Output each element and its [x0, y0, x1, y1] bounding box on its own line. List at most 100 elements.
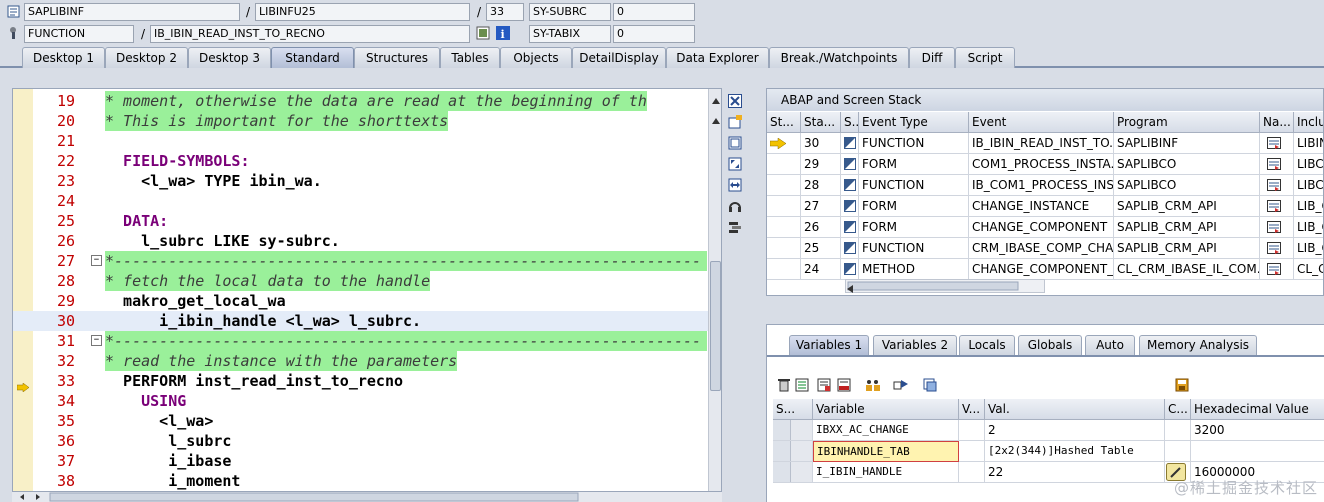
change-value-cell[interactable]: [1165, 420, 1191, 441]
stack-cell-program[interactable]: SAPLIBCO: [1114, 154, 1260, 175]
code-line[interactable]: 38 i_moment: [13, 471, 709, 491]
row-select-button[interactable]: [773, 441, 791, 461]
stack-column-header[interactable]: S...: [841, 112, 859, 133]
navigate-icon[interactable]: [1267, 137, 1281, 149]
navigate-icon[interactable]: [893, 378, 909, 394]
stack-type-icon[interactable]: [841, 217, 859, 238]
navigate-icon[interactable]: [1267, 221, 1281, 233]
code-line[interactable]: 34 USING: [13, 391, 709, 411]
save-icon[interactable]: [1175, 378, 1191, 394]
stack-cell-program[interactable]: SAPLIB_CRM_API: [1114, 238, 1260, 259]
tab-objects[interactable]: Objects: [500, 47, 572, 68]
code-line[interactable]: 23 <l_wa> TYPE ibin_wa.: [13, 171, 709, 191]
code-line[interactable]: 32 * read the instance with the parameter…: [13, 351, 709, 371]
tab-breakpoints[interactable]: Break./Watchpoints: [769, 47, 909, 68]
stack-row-marker[interactable]: [767, 238, 801, 259]
stack-cell-level[interactable]: 25: [801, 238, 841, 259]
stack-column-header[interactable]: Na...: [1260, 112, 1294, 133]
program-field[interactable]: SAPLIBINF: [24, 3, 240, 21]
navigate-icon[interactable]: [1267, 158, 1281, 170]
navigate-button[interactable]: [1260, 175, 1294, 196]
stack-row-marker[interactable]: [767, 217, 801, 238]
export-icon[interactable]: [837, 378, 853, 394]
editor-scroll-thumb[interactable]: [710, 261, 721, 391]
variables-column-header[interactable]: Variable: [813, 399, 959, 420]
stack-cell-type[interactable]: FORM: [859, 196, 969, 217]
code-line[interactable]: 36 l_subrc: [13, 431, 709, 451]
navigate-icon[interactable]: [1267, 263, 1281, 275]
source-code-editor[interactable]: 19 * moment, otherwise the data are read …: [12, 88, 722, 492]
stack-cell-type[interactable]: METHOD: [859, 259, 969, 280]
navigate-button[interactable]: [1260, 196, 1294, 217]
variable-cell-hex[interactable]: 3200: [1191, 420, 1324, 441]
fold-toggle-icon[interactable]: −: [91, 255, 102, 266]
variable-cell-value[interactable]: [2x2(344)]Hashed Table: [985, 441, 1165, 462]
stack-cell-type[interactable]: FORM: [859, 154, 969, 175]
stack-cell-type[interactable]: FUNCTION: [859, 133, 969, 154]
group-icon[interactable]: [865, 378, 881, 394]
stack-row-marker[interactable]: [767, 133, 801, 154]
stack-cell-include[interactable]: LIBCO: [1294, 154, 1323, 175]
stack-cell-program[interactable]: SAPLIB_CRM_API: [1114, 196, 1260, 217]
tab-variables-1[interactable]: Variables 1: [789, 335, 869, 355]
stack-type-icon[interactable]: [841, 238, 859, 259]
scroll-mid-up-icon[interactable]: [712, 113, 720, 127]
tab-variables-2[interactable]: Variables 2: [873, 335, 957, 355]
stack-cell-level[interactable]: 24: [801, 259, 841, 280]
stack-row-marker[interactable]: [767, 154, 801, 175]
code-line[interactable]: 30 i_ibin_handle <l_wa> l_subrc.: [13, 311, 709, 331]
tab-auto[interactable]: Auto: [1085, 335, 1135, 355]
maximize-icon[interactable]: [726, 134, 744, 152]
tab-desktop-2[interactable]: Desktop 2: [105, 47, 188, 68]
code-line[interactable]: 35 <l_wa>: [13, 411, 709, 431]
variables-column-header[interactable]: Val.: [985, 399, 1165, 420]
fullscreen-icon[interactable]: [726, 155, 744, 173]
variable-cell-name[interactable]: IBINHANDLE_TAB: [813, 441, 959, 462]
tab-data-explorer[interactable]: Data Explorer: [666, 47, 769, 68]
line-field[interactable]: 33: [486, 3, 524, 21]
navigate-icon[interactable]: [1267, 200, 1281, 212]
variable-cell-value[interactable]: 2: [985, 420, 1165, 441]
navigate-icon[interactable]: [1267, 179, 1281, 191]
navigate-button[interactable]: [1260, 259, 1294, 280]
stack-scroll-left-icon[interactable]: [847, 282, 853, 295]
tab-globals[interactable]: Globals: [1018, 335, 1082, 355]
code-line[interactable]: 20 * This is important for the shorttexts: [13, 111, 709, 131]
tab-memory-analysis[interactable]: Memory Analysis: [1139, 335, 1257, 355]
code-line[interactable]: 22 FIELD-SYMBOLS:: [13, 151, 709, 171]
variable-version-cell[interactable]: [959, 420, 985, 441]
code-line[interactable]: 26 l_subrc LIKE sy-subrc.: [13, 231, 709, 251]
stack-cell-program[interactable]: CL_CRM_IBASE_IL_COM...: [1114, 259, 1260, 280]
stack-row-marker[interactable]: [767, 175, 801, 196]
details-icon[interactable]: [817, 378, 833, 394]
list-icon[interactable]: [795, 378, 811, 394]
navigate-button[interactable]: [1260, 238, 1294, 259]
stack-column-header[interactable]: Event Type: [859, 112, 969, 133]
code-line[interactable]: 37 i_ibase: [13, 451, 709, 471]
variable-cell-name[interactable]: I_IBIN_HANDLE: [813, 462, 959, 483]
variables-column-header[interactable]: C...: [1165, 399, 1191, 420]
stack-horizontal-scrollbar[interactable]: [836, 279, 1045, 293]
stack-cell-event[interactable]: CHANGE_INSTANCE: [969, 196, 1114, 217]
delete-icon[interactable]: [777, 378, 793, 394]
code-line[interactable]: 33 PERFORM inst_read_inst_to_recno: [13, 371, 709, 393]
row-selector[interactable]: [773, 441, 813, 462]
fold-toggle-icon[interactable]: −: [91, 335, 102, 346]
code-line[interactable]: 28 * fetch the local data to the handle: [13, 271, 709, 291]
tab-standard[interactable]: Standard: [271, 47, 354, 68]
code-line[interactable]: 31 − *------------------------------------…: [13, 331, 709, 351]
swap-icon[interactable]: [726, 176, 744, 194]
variables-column-header[interactable]: V...: [959, 399, 985, 420]
stack-cell-type[interactable]: FUNCTION: [859, 175, 969, 196]
scroll-up-icon[interactable]: [712, 93, 720, 107]
stack-cell-include[interactable]: CL_CR: [1294, 259, 1323, 280]
stack-column-header[interactable]: Program: [1114, 112, 1260, 133]
stack-cell-event[interactable]: CHANGE_COMPONENT: [969, 217, 1114, 238]
navigate-button[interactable]: [1260, 133, 1294, 154]
close-icon[interactable]: [726, 92, 744, 110]
tab-diff[interactable]: Diff: [909, 47, 955, 68]
stack-type-icon[interactable]: [841, 175, 859, 196]
stack-row-marker[interactable]: [767, 259, 801, 280]
stack-row-marker[interactable]: [767, 196, 801, 217]
code-line[interactable]: 21: [13, 131, 709, 151]
